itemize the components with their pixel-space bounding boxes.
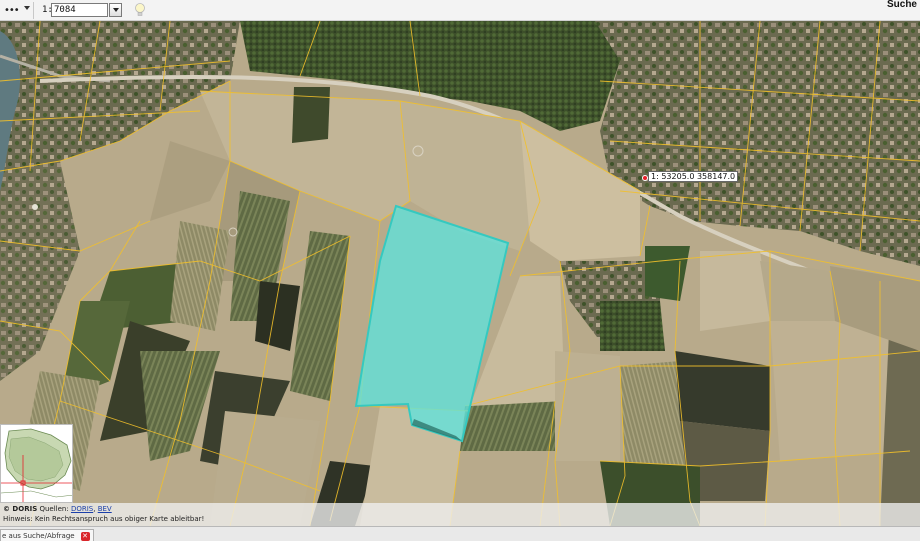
disclaimer-text: Hinweis: Kein Rechtsanspruch aus obiger …	[3, 515, 205, 523]
overview-map[interactable]	[0, 424, 73, 503]
lightbulb-icon[interactable]	[134, 2, 146, 18]
copyright-text: © DORIS	[3, 505, 38, 513]
sources-prefix: Quellen:	[39, 505, 69, 513]
close-icon[interactable]: ✕	[80, 532, 90, 541]
results-tab-bar: e aus Suche/Abfrage ✕	[0, 526, 920, 541]
tab-search-results[interactable]: e aus Suche/Abfrage ✕	[0, 529, 94, 541]
chevron-down-icon	[113, 8, 119, 12]
toolbar-divider	[33, 2, 34, 19]
scale-dropdown-button[interactable]	[109, 3, 122, 17]
search-panel-title[interactable]: Suche	[887, 0, 917, 10]
coordinate-readout: 1: 53205.0 358147.0	[648, 171, 739, 182]
map-viewer: ••• 1: 7084 Suche 1: 53205.0 358147.0 © …	[0, 0, 920, 541]
attribution-bar: © DORIS Quellen: DORIS, BEV Hinweis: Kei…	[0, 503, 920, 526]
scale-input[interactable]: 7084	[51, 3, 108, 17]
attribution-sources: © DORIS Quellen: DORIS, BEV	[3, 505, 112, 514]
overview-map-image	[1, 425, 72, 502]
map-canvas[interactable]: 1: 53205.0 358147.0 © DORIS Quellen: DOR…	[0, 21, 920, 526]
source-link-doris[interactable]: DORIS	[71, 505, 93, 513]
chevron-down-icon[interactable]	[24, 6, 30, 10]
tab-search-results-label: e aus Suche/Abfrage	[2, 532, 75, 540]
source-link-bev[interactable]: BEV	[98, 505, 112, 513]
aerial-imagery	[0, 21, 920, 526]
more-tools-button[interactable]: •••	[4, 4, 20, 18]
map-toolbar: ••• 1: 7084 Suche	[0, 0, 920, 21]
source-separator: ,	[93, 505, 96, 513]
